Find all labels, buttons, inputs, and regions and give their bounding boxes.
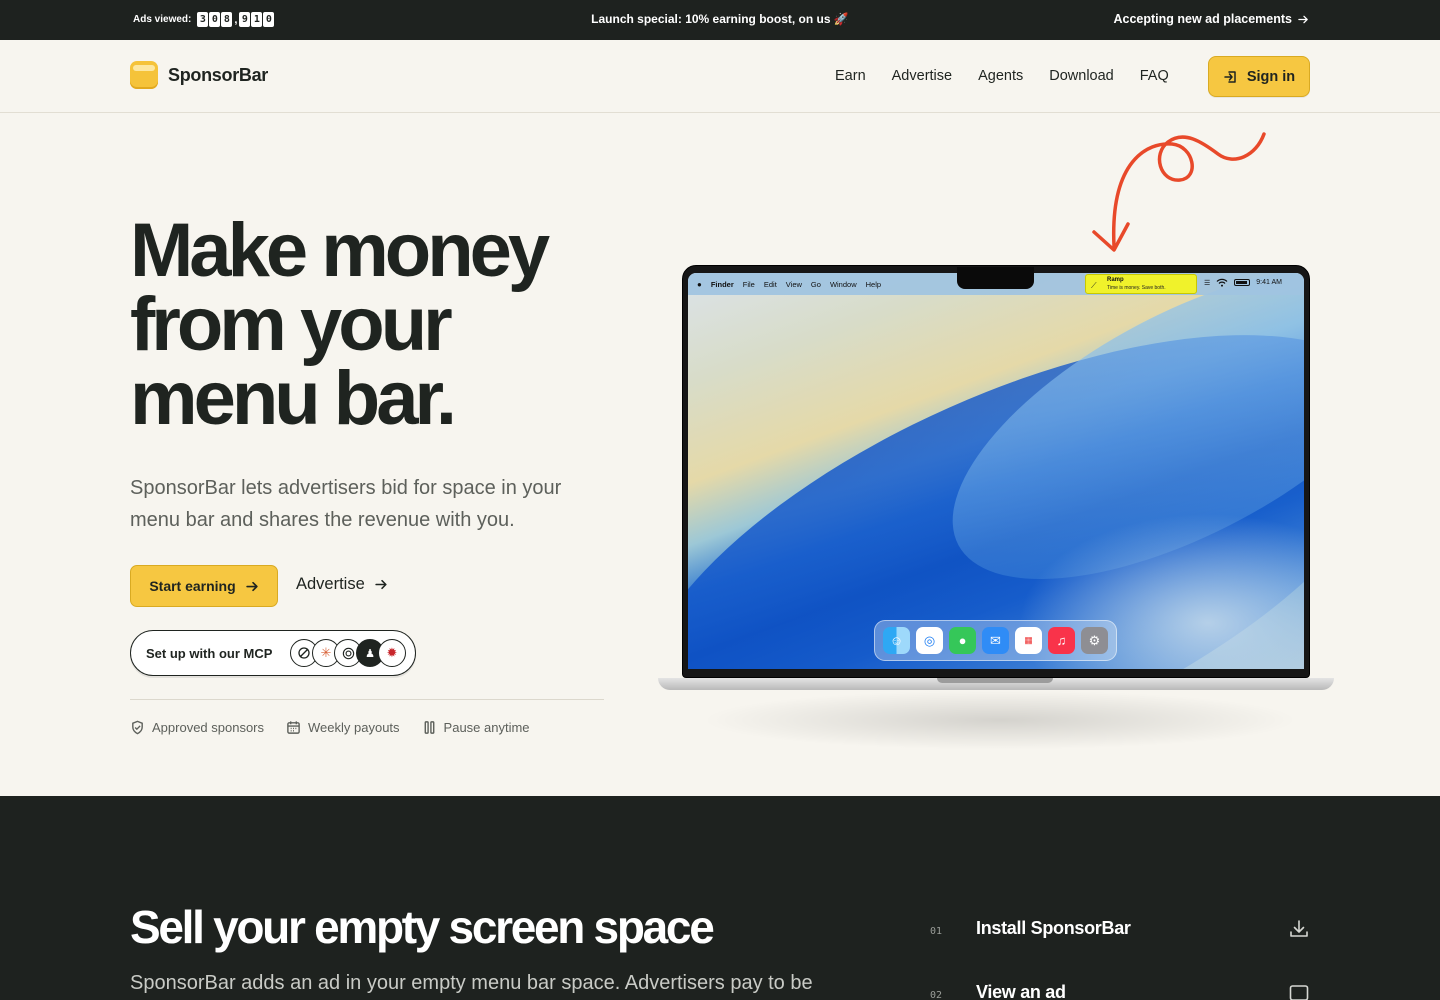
feature-pause-anytime: Pause anytime xyxy=(422,720,530,735)
arrow-right-icon xyxy=(375,579,387,590)
agent-logos: ✳ ♟ ✹ xyxy=(290,639,406,667)
hero-divider xyxy=(130,699,604,700)
brand-logo[interactable]: SponsorBar xyxy=(130,61,268,89)
sponsorbar-logo-icon xyxy=(130,61,158,89)
laptop-screen: ● Finder File Edit View Go Window Help xyxy=(688,273,1304,669)
safari-icon: ◎ xyxy=(916,627,943,654)
laptop-base-notch xyxy=(937,678,1053,683)
menubar-item: Help xyxy=(865,279,882,289)
hero-title-line3: menu bar. xyxy=(130,356,457,441)
menubar-item: Window xyxy=(829,279,857,289)
sign-in-icon xyxy=(1224,70,1236,83)
calendar-icon xyxy=(287,721,300,734)
section-title: Sell your empty screen space xyxy=(130,901,715,953)
sign-in-button[interactable]: Sign in xyxy=(1208,56,1310,97)
section-subtitle: SponsorBar adds an ad in your empty menu… xyxy=(130,972,813,994)
start-earning-label: Start earning xyxy=(149,578,236,594)
step-number: 02 xyxy=(930,990,943,1000)
nav-advertise[interactable]: Advertise xyxy=(892,68,952,84)
feature-weekly-payouts: Weekly payouts xyxy=(286,720,400,735)
messages-icon: ● xyxy=(949,627,976,654)
squiggle-arrow-icon xyxy=(1092,132,1266,252)
feature-approved-sponsors: Approved sponsors xyxy=(130,720,264,735)
step-number: 01 xyxy=(930,926,943,937)
laptop-shadow xyxy=(700,690,1300,750)
menubar-ad: ⟋ Ramp Time is money. Save both. xyxy=(1085,274,1197,294)
promo-bar: Ads viewed: 3 0 8 , 9 1 0 Launch special… xyxy=(0,0,1440,40)
wifi-icon xyxy=(1216,278,1228,287)
promo-highlight: 10% earning boost, on us xyxy=(685,12,831,26)
menubar-item: Finder xyxy=(710,279,734,289)
settings-icon: ⚙ xyxy=(1081,627,1108,654)
mail-icon: ✉ xyxy=(982,627,1009,654)
feature-list: Approved sponsors Weekly payouts Pause a… xyxy=(130,720,530,735)
battery-icon xyxy=(1234,279,1251,286)
menubar-clock: 9:41 AM xyxy=(1256,279,1282,286)
start-earning-button[interactable]: Start earning xyxy=(130,565,278,607)
ad-title: Ramp xyxy=(1107,277,1124,283)
accepting-placements-link[interactable]: Accepting new ad placements xyxy=(1113,12,1309,26)
apple-icon: ● xyxy=(697,279,702,289)
rocket-icon: 🚀 xyxy=(833,12,849,26)
sign-in-label: Sign in xyxy=(1246,68,1296,85)
brand-name: SponsorBar xyxy=(168,64,269,85)
hero-title: Make money from your menu bar. xyxy=(130,213,650,437)
hero-subtitle: SponsorBar lets advertisers bid for spac… xyxy=(130,477,562,531)
nav-agents[interactable]: Agents xyxy=(978,68,1023,84)
main-nav: Earn Advertise Agents Download FAQ xyxy=(835,68,1195,84)
finder-icon: ☺ xyxy=(883,627,910,654)
menubar-item: Go xyxy=(810,279,821,289)
menubar-item: Edit xyxy=(763,279,777,289)
accepting-placements-label: Accepting new ad placements xyxy=(1113,12,1292,26)
arrow-right-icon xyxy=(1298,15,1308,23)
step-label: Install SponsorBar xyxy=(976,918,1131,938)
ramp-logo-icon: ⟋ xyxy=(1091,281,1097,290)
how-it-works-section: Sell your empty screen space SponsorBar … xyxy=(0,796,1440,1000)
advertise-label: Advertise xyxy=(296,575,365,593)
mcp-setup-label: Set up with our MCP xyxy=(146,646,273,661)
hero-title-line2: from your xyxy=(130,282,453,367)
nav-earn[interactable]: Earn xyxy=(835,68,866,84)
menubar-status-items: ☰ 9:41 AM xyxy=(1204,278,1282,287)
site-header: SponsorBar Earn Advertise Agents Downloa… xyxy=(0,40,1440,113)
calendar-icon: ▦ xyxy=(1015,627,1042,654)
feature-label: Pause anytime xyxy=(443,720,530,735)
control-center-icon: ☰ xyxy=(1204,279,1211,287)
menubar-item: File xyxy=(742,279,755,289)
ad-subtitle: Time is money. Save both. xyxy=(1107,285,1166,291)
feature-label: Approved sponsors xyxy=(152,720,265,735)
laptop-notch xyxy=(957,267,1034,289)
download-icon xyxy=(1290,920,1308,937)
nav-faq[interactable]: FAQ xyxy=(1140,68,1169,84)
nav-download[interactable]: Download xyxy=(1049,68,1114,84)
music-icon: ♫ xyxy=(1048,627,1075,654)
advertise-link[interactable]: Advertise xyxy=(296,575,388,594)
shield-check-icon xyxy=(132,720,143,735)
window-icon xyxy=(1289,985,1309,1000)
pause-icon xyxy=(424,721,434,734)
promo-prefix: Launch special: xyxy=(591,12,686,26)
menubar-item: View xyxy=(785,279,802,289)
hero-title-line1: Make money xyxy=(130,208,550,293)
mac-dock: ☺ ◎ ● ✉ ▦ ♫ ⚙ xyxy=(874,620,1117,661)
feature-label: Weekly payouts xyxy=(308,720,400,735)
mcp-setup-button[interactable]: Set up with our MCP ✳ ♟ ✹ xyxy=(130,630,416,676)
arrow-right-icon xyxy=(245,581,258,591)
gemini-logo-icon: ✹ xyxy=(378,639,406,667)
step-label: View an ad xyxy=(976,982,1066,1000)
